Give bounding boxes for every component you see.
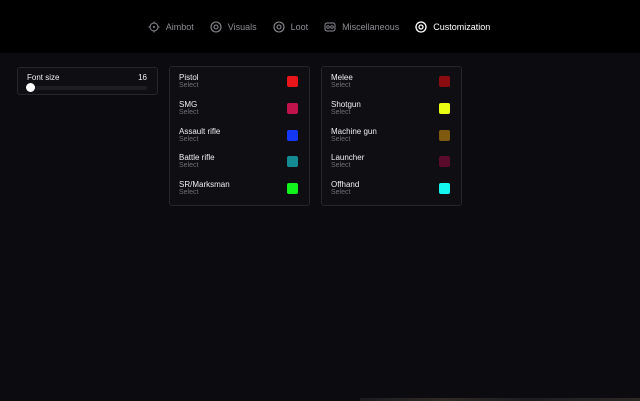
item-name: Melee [331, 73, 353, 82]
item-name: Launcher [331, 153, 365, 162]
eye-icon [273, 20, 285, 33]
font-size-slider[interactable] [26, 83, 147, 92]
tab-label: Loot [290, 21, 309, 32]
color-item-pistol[interactable]: Pistol Select [179, 73, 298, 95]
item-name: Machine gun [331, 127, 377, 136]
item-name: SMG [179, 100, 198, 109]
color-swatch[interactable] [439, 130, 450, 141]
item-select-link[interactable]: Select [179, 82, 198, 89]
tab-label: Visuals [227, 21, 257, 32]
color-item-shotgun[interactable]: Shotgun Select [331, 100, 450, 122]
color-item-melee[interactable]: Melee Select [331, 73, 450, 95]
item-select-link[interactable]: Select [179, 109, 198, 116]
font-size-card: Font size 16 [17, 67, 158, 95]
tab-miscellaneous[interactable]: Miscellaneous [324, 21, 399, 33]
tab-label: Customization [433, 21, 491, 32]
tab-aimbot[interactable]: Aimbot [148, 21, 194, 33]
color-item-machine-gun[interactable]: Machine gun Select [331, 127, 450, 149]
color-swatch[interactable] [439, 156, 450, 167]
color-item-sr-marksman[interactable]: SR/Marksman Select [179, 180, 298, 202]
crosshair-icon [148, 21, 160, 32]
color-swatch[interactable] [439, 103, 450, 114]
color-item-battle-rifle[interactable]: Battle rifle Select [179, 153, 298, 175]
item-select-link[interactable]: Select [331, 136, 350, 143]
color-swatch[interactable] [439, 76, 450, 87]
color-item-launcher[interactable]: Launcher Select [331, 153, 450, 175]
color-swatch[interactable] [287, 76, 298, 87]
item-select-link[interactable]: Select [179, 162, 198, 169]
customization-panel: Font size 16 Pistol Select SMG Select As… [0, 53, 640, 401]
color-swatch[interactable] [287, 130, 298, 141]
color-item-offhand[interactable]: Offhand Select [331, 180, 450, 202]
tab-label: Aimbot [165, 21, 194, 32]
tab-loot[interactable]: Loot [273, 20, 309, 33]
eye-icon [210, 20, 222, 33]
color-swatch[interactable] [287, 183, 298, 194]
tab-customization[interactable]: Customization [415, 20, 491, 33]
item-select-link[interactable]: Select [331, 109, 350, 116]
item-name: Assault rifle [179, 127, 221, 136]
font-size-value: 16 [138, 73, 147, 82]
color-swatch[interactable] [287, 103, 298, 114]
item-select-link[interactable]: Select [331, 189, 350, 196]
font-size-row: Font size 16 [27, 73, 147, 82]
top-nav-bar: Aimbot Visuals Loot Miscellaneous Custom… [0, 0, 640, 53]
font-size-label: Font size [27, 73, 60, 82]
gamepad-icon [324, 22, 336, 31]
item-select-link[interactable]: Select [331, 82, 350, 89]
slider-handle[interactable] [26, 83, 35, 92]
color-item-smg[interactable]: SMG Select [179, 100, 298, 122]
item-select-link[interactable]: Select [179, 136, 198, 143]
color-item-assault-rifle[interactable]: Assault rifle Select [179, 127, 298, 149]
item-name: Offhand [331, 180, 360, 189]
item-name: Shotgun [331, 100, 361, 109]
tab-visuals[interactable]: Visuals [210, 20, 257, 33]
item-name: Pistol [179, 73, 199, 82]
eye-icon [415, 20, 427, 33]
tab-label: Miscellaneous [342, 21, 400, 32]
item-select-link[interactable]: Select [179, 189, 198, 196]
item-name: Battle rifle [179, 153, 215, 162]
item-name: SR/Marksman [179, 180, 230, 189]
color-swatch[interactable] [287, 156, 298, 167]
tab-list: Aimbot Visuals Loot Miscellaneous Custom… [140, 20, 498, 33]
item-select-link[interactable]: Select [331, 162, 350, 169]
weapon-color-list-left: Pistol Select SMG Select Assault rifle S… [169, 66, 310, 206]
weapon-color-list-right: Melee Select Shotgun Select Machine gun … [321, 66, 462, 206]
color-swatch[interactable] [439, 183, 450, 194]
